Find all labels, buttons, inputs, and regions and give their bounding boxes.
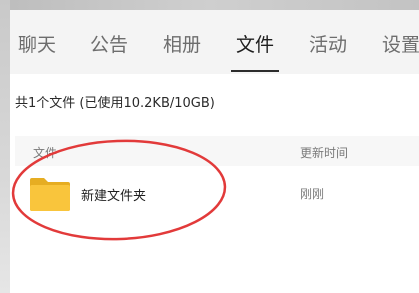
tab-bar: 聊天 公告 相册 文件 活动 设置 xyxy=(10,10,419,74)
active-tab-indicator xyxy=(231,70,279,72)
background-window-edge-left xyxy=(0,0,10,293)
storage-summary: 共1个文件 (已使用10.2KB/10GB) xyxy=(15,96,215,111)
background-window-edge-top xyxy=(0,0,419,10)
tab-album[interactable]: 相册 xyxy=(163,32,201,58)
tab-settings[interactable]: 设置 xyxy=(382,32,419,58)
folder-icon xyxy=(30,178,70,211)
column-header-name[interactable]: 文件 xyxy=(33,144,57,161)
file-list-header: 文件 更新时间 xyxy=(15,136,419,166)
tab-files[interactable]: 文件 xyxy=(236,32,274,58)
file-row[interactable]: 新建文件夹 刚刚 xyxy=(15,166,419,222)
group-files-panel: 聊天 公告 相册 文件 活动 设置 共1个文件 (已使用10.2KB/10GB)… xyxy=(10,10,419,293)
tab-activities[interactable]: 活动 xyxy=(309,32,347,58)
file-name[interactable]: 新建文件夹 xyxy=(81,185,146,204)
tab-announcements[interactable]: 公告 xyxy=(90,32,128,58)
tab-chat[interactable]: 聊天 xyxy=(18,32,56,58)
file-updated-time: 刚刚 xyxy=(300,187,325,201)
column-header-updated[interactable]: 更新时间 xyxy=(300,144,348,161)
